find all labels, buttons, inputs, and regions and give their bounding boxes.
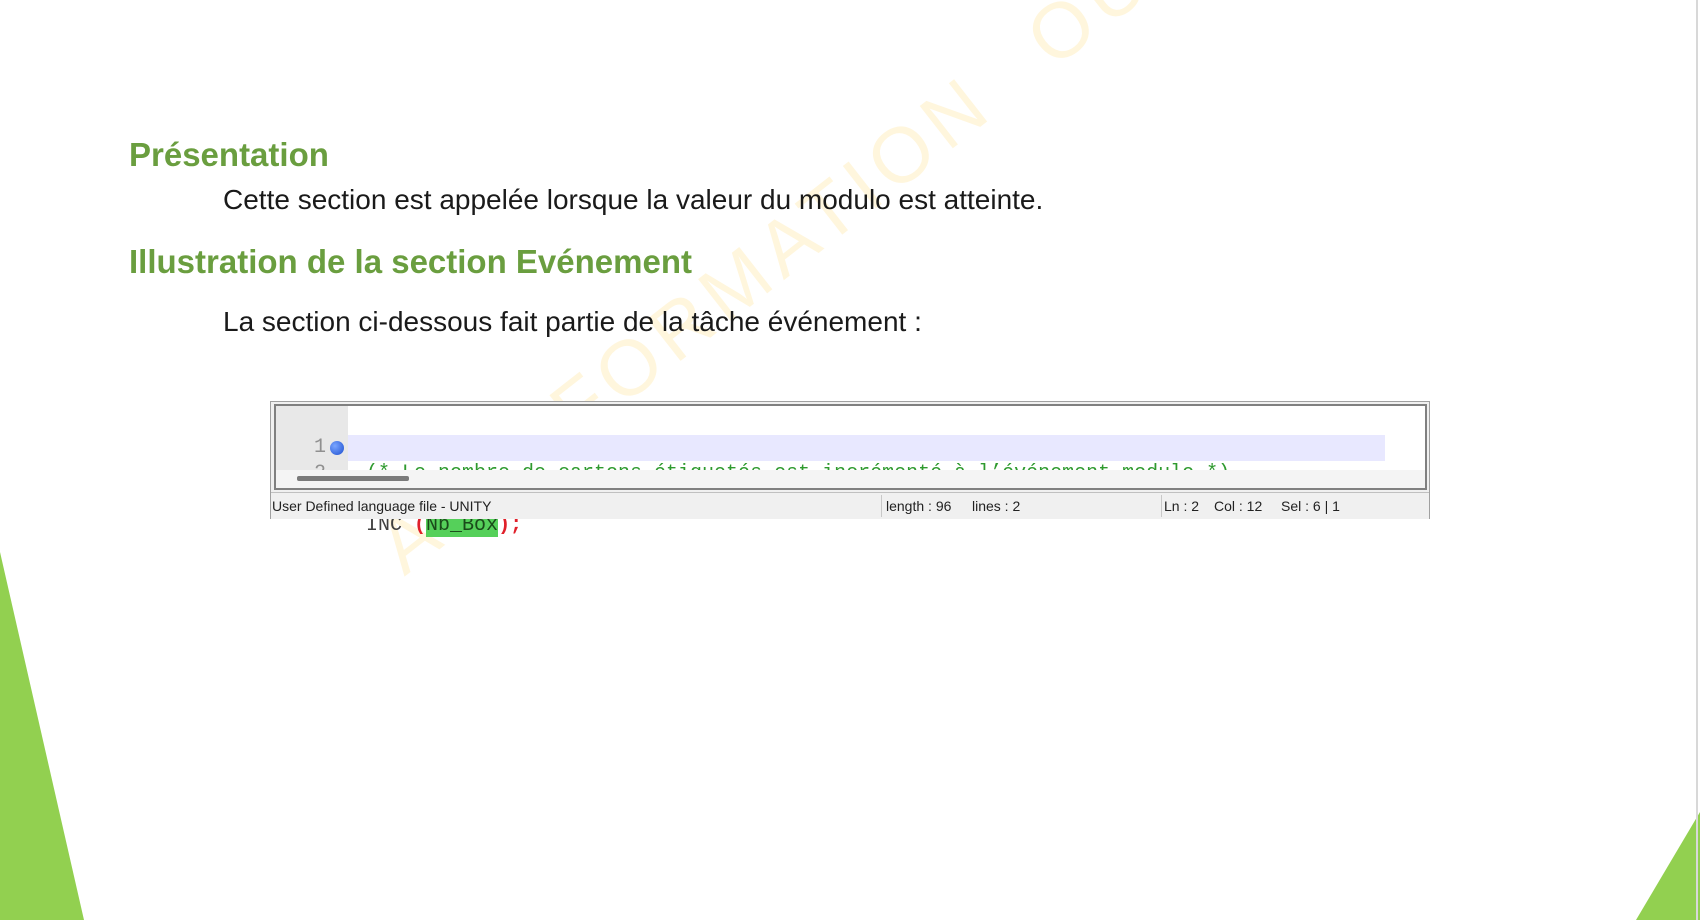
status-bar: User Defined language file - UNITY lengt… xyxy=(271,492,1429,519)
code-line-1: 1 (* Le nombre de cartons étiquetés est … xyxy=(276,409,1425,485)
left-green-triangle xyxy=(0,552,84,920)
heading-illustration: Illustration de la section Evénement xyxy=(129,243,692,280)
illustration-text: La section ci-dessous fait partie de la … xyxy=(223,306,922,337)
status-ln: Ln : 2 xyxy=(1164,498,1200,514)
slide: AEIFORMATIONOUEST Présentation Cette sec… xyxy=(0,0,1700,920)
bookmark-icon xyxy=(330,441,344,455)
code-line-2: 2 INC (Nb_Box); xyxy=(276,435,1425,537)
code-editor-screenshot: 1 (* Le nombre de cartons étiquetés est … xyxy=(270,401,1430,537)
watermark-word-3: OUEST xyxy=(1009,0,1308,84)
status-length: length : 96 xyxy=(886,498,952,514)
status-lines: lines : 2 xyxy=(972,498,1021,514)
status-language: User Defined language file - UNITY xyxy=(272,498,492,514)
code-area: 1 (* Le nombre de cartons étiquetés est … xyxy=(274,404,1427,537)
heading-presentation: Présentation xyxy=(129,136,329,173)
right-green-triangle xyxy=(1636,812,1700,920)
status-sel: Sel : 6 | 1 xyxy=(1281,498,1340,514)
status-col: Col : 12 xyxy=(1214,498,1263,514)
status-separator xyxy=(881,495,882,517)
presentation-text: Cette section est appelée lorsque la val… xyxy=(223,184,1044,215)
horizontal-scrollbar[interactable] xyxy=(276,470,1425,488)
scrollbar-thumb[interactable] xyxy=(297,476,409,481)
status-separator xyxy=(1161,495,1162,517)
